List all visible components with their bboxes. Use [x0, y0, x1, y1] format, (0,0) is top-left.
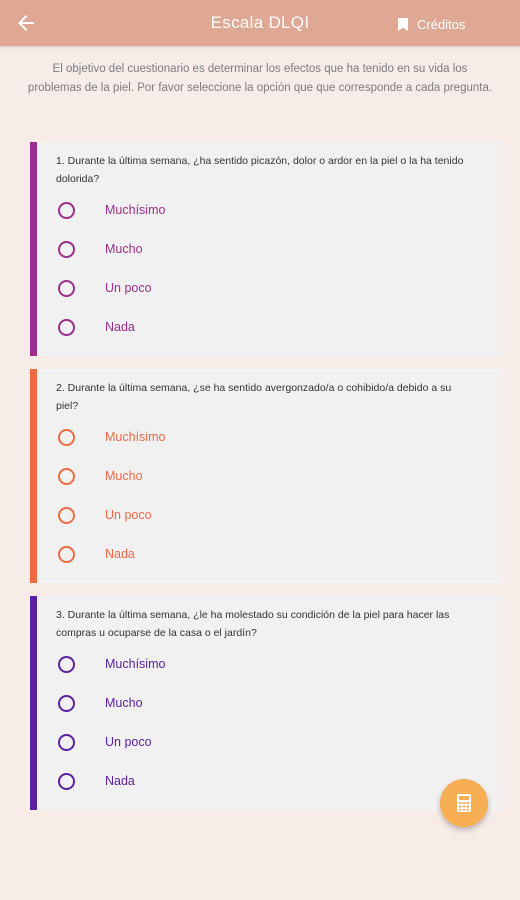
option-un-poco[interactable]: Un poco	[58, 730, 358, 754]
option-label: Mucho	[105, 696, 143, 710]
option-un-poco[interactable]: Un poco	[58, 503, 358, 527]
credits-button[interactable]: Créditos	[398, 14, 465, 34]
option-label: Muchísimo	[105, 203, 166, 217]
option-nada[interactable]: Nada	[58, 769, 358, 793]
option-nada[interactable]: Nada	[58, 542, 358, 566]
option-muchisimo[interactable]: Muchísimo	[58, 198, 358, 222]
radio-icon[interactable]	[58, 545, 75, 563]
option-label: Mucho	[105, 469, 143, 483]
radio-icon[interactable]	[58, 694, 75, 712]
option-muchisimo[interactable]: Muchísimo	[58, 652, 358, 676]
app-bar: Escala DLQI Créditos	[0, 0, 520, 46]
option-mucho[interactable]: Mucho	[58, 237, 358, 261]
option-label: Muchísimo	[105, 657, 166, 671]
option-label: Un poco	[105, 281, 152, 295]
question-card-2: 2. Durante la última semana, ¿se ha sent…	[30, 369, 502, 583]
option-label: Muchísimo	[105, 430, 166, 444]
radio-icon[interactable]	[58, 240, 75, 258]
question-accent-bar	[30, 596, 37, 810]
option-label: Mucho	[105, 242, 143, 256]
radio-icon[interactable]	[58, 733, 75, 751]
question-text: 3. Durante la última semana, ¿le ha mole…	[56, 609, 450, 639]
question-accent-bar	[30, 142, 37, 356]
option-muchisimo[interactable]: Muchísimo	[58, 425, 358, 449]
option-label: Nada	[105, 547, 135, 561]
intro-text: El objetivo del cuestionario es determin…	[27, 63, 493, 94]
option-label: Un poco	[105, 735, 152, 749]
radio-icon[interactable]	[58, 506, 75, 524]
option-label: Nada	[105, 774, 135, 788]
radio-icon[interactable]	[58, 655, 75, 673]
option-mucho[interactable]: Mucho	[58, 464, 358, 488]
question-card-1: 1. Durante la última semana, ¿ha sentido…	[30, 142, 502, 356]
option-nada[interactable]: Nada	[58, 315, 358, 339]
bookmark-icon	[398, 17, 408, 31]
radio-icon[interactable]	[58, 428, 75, 446]
option-label: Un poco	[105, 508, 152, 522]
radio-icon[interactable]	[58, 467, 75, 485]
calculate-fab[interactable]	[440, 779, 488, 827]
calculator-icon	[457, 794, 471, 812]
radio-icon[interactable]	[58, 279, 75, 297]
question-text: 1. Durante la última semana, ¿ha sentido…	[56, 155, 464, 185]
option-mucho[interactable]: Mucho	[58, 691, 358, 715]
question-text: 2. Durante la última semana, ¿se ha sent…	[56, 382, 452, 412]
radio-icon[interactable]	[58, 772, 75, 790]
radio-icon[interactable]	[58, 201, 75, 219]
credits-label: Créditos	[417, 16, 466, 32]
option-label: Nada	[105, 320, 135, 334]
option-un-poco[interactable]: Un poco	[58, 276, 358, 300]
question-accent-bar	[30, 369, 37, 583]
question-card-3: 3. Durante la última semana, ¿le ha mole…	[30, 596, 502, 810]
radio-icon[interactable]	[58, 318, 75, 336]
